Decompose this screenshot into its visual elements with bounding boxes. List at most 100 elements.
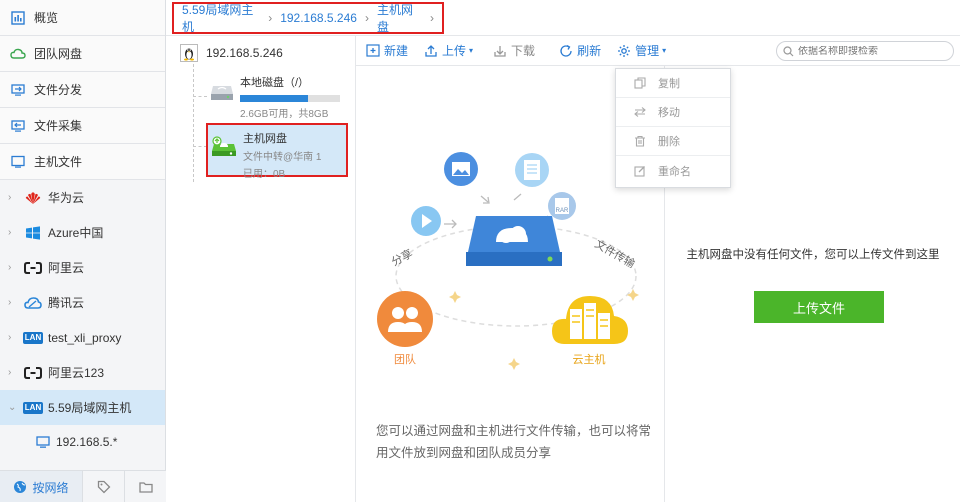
- upload-file-button[interactable]: 上传文件: [754, 291, 884, 323]
- upload-button[interactable]: 上传 ▾: [424, 42, 473, 59]
- image-bubble-icon: [444, 152, 478, 186]
- tree-item-test-xli-proxy[interactable]: › LAN test_xli_proxy: [0, 320, 165, 355]
- search-icon: [783, 45, 794, 57]
- arrow-icon: [444, 219, 457, 229]
- local-disk-title: 本地磁盘（/）: [240, 77, 310, 89]
- tab-by-tag[interactable]: [82, 471, 124, 502]
- breadcrumb-item-lan-host[interactable]: 5.59局域网主机: [182, 1, 260, 35]
- sidebar: 概览 团队网盘 文件分发 文件采集 主机文件 › 华为云 › Azure中国 ›…: [0, 0, 166, 502]
- tree-subitem-host[interactable]: 192.168.5.*: [0, 425, 165, 459]
- move-icon: [634, 106, 648, 118]
- download-icon: [493, 44, 507, 58]
- lan-badge: LAN: [22, 331, 44, 344]
- tab-by-network[interactable]: 按网络: [0, 471, 82, 502]
- hard-disk-icon: [210, 82, 234, 116]
- nav-team-cloud[interactable]: 团队网盘: [0, 36, 165, 72]
- aliyun-icon: [24, 365, 42, 381]
- manage-button[interactable]: 管理 ▾: [617, 42, 666, 59]
- tree-label: 腾讯云: [48, 296, 85, 310]
- linux-icon: [180, 44, 198, 62]
- refresh-icon: [559, 44, 573, 58]
- local-disk-item[interactable]: 本地磁盘（/） 2.6GB可用，共8GB: [210, 74, 350, 120]
- team-icon: [377, 291, 433, 347]
- chevron-down-icon: ▾: [662, 46, 667, 55]
- disk-usage-bar: [240, 95, 340, 102]
- cloud-host-icon: [552, 296, 628, 344]
- breadcrumb-bar: 5.59局域网主机 › 192.168.5.246 › 主机网盘 ›: [166, 0, 960, 36]
- menu-item-label: 移动: [658, 107, 680, 119]
- play-bubble-icon: [411, 206, 441, 236]
- edit-icon: [634, 165, 648, 177]
- chevron-right-icon: ›: [8, 332, 12, 343]
- breadcrumb-item-host-disk[interactable]: 主机网盘: [377, 1, 422, 35]
- refresh-button[interactable]: 刷新: [559, 42, 601, 59]
- tag-icon: [97, 480, 111, 494]
- host-disk-relay: 文件中转@华南 1: [243, 152, 322, 163]
- chevron-right-icon: ›: [8, 297, 12, 308]
- refresh-label: 刷新: [577, 44, 602, 58]
- distribute-icon: [10, 82, 26, 98]
- monitor-icon: [36, 435, 50, 449]
- nav-file-distribute[interactable]: 文件分发: [0, 72, 165, 108]
- menu-item-delete[interactable]: 删除: [616, 127, 730, 156]
- menu-item-rename[interactable]: 重命名: [616, 156, 730, 185]
- host-ip: 192.168.5.246: [206, 46, 283, 60]
- tree-item-huawei[interactable]: › 华为云: [0, 180, 165, 215]
- local-disk-usage: 2.6GB可用，共8GB: [240, 109, 329, 120]
- new-button[interactable]: 新建: [366, 42, 408, 59]
- tencent-icon: [24, 295, 42, 311]
- local-disk-info: 本地磁盘（/） 2.6GB可用，共8GB: [240, 74, 340, 120]
- tree-item-tencent[interactable]: › 腾讯云: [0, 285, 165, 320]
- chevron-down-icon: ⌄: [8, 402, 17, 413]
- menu-item-move[interactable]: 移动: [616, 98, 730, 127]
- nav-label: 团队网盘: [34, 47, 83, 61]
- chevron-right-icon: ›: [268, 11, 273, 25]
- arrow-icon: [480, 195, 490, 204]
- team-cloud-icon: [10, 46, 26, 62]
- lan-icon: LAN: [22, 330, 44, 346]
- tree-label: 阿里云: [48, 261, 85, 275]
- tree-item-azure[interactable]: › Azure中国: [0, 215, 165, 250]
- search-box[interactable]: [776, 41, 954, 61]
- tree-label: 192.168.5.*: [56, 435, 118, 449]
- nav-host-file[interactable]: 主机文件: [0, 144, 165, 180]
- host-disk-icon: [211, 136, 237, 175]
- manage-label: 管理: [635, 44, 660, 58]
- chevron-right-icon: ›: [364, 11, 369, 25]
- nav-overview[interactable]: 概览: [0, 0, 165, 36]
- download-button[interactable]: 下载: [493, 42, 535, 59]
- lan-icon: LAN: [22, 400, 44, 416]
- nav-file-collect[interactable]: 文件采集: [0, 108, 165, 144]
- nav-label: 文件分发: [34, 83, 83, 97]
- rar-bubble-icon: [548, 192, 576, 220]
- host-disk-item[interactable]: 主机网盘 文件中转@华南 1 已用：0B: [206, 123, 348, 180]
- tree-item-lan-host[interactable]: ⌄ LAN 5.59局域网主机: [0, 390, 165, 425]
- globe-icon: [13, 480, 27, 494]
- download-label: 下载: [511, 44, 536, 58]
- menu-item-copy[interactable]: 复制: [616, 69, 730, 98]
- tree-item-aliyun123[interactable]: › 阿里云123: [0, 355, 165, 390]
- host-file-icon: [10, 154, 26, 170]
- disk-usage-fill: [240, 95, 308, 102]
- sidebar-bottom-tabs: 按网络: [0, 470, 166, 502]
- menu-item-label: 删除: [658, 136, 680, 148]
- breadcrumb-item-host-ip[interactable]: 192.168.5.246: [280, 11, 357, 25]
- tree-label: test_xli_proxy: [48, 330, 122, 345]
- menu-item-label: 重命名: [658, 165, 691, 178]
- tree-label: 阿里云123: [48, 366, 105, 380]
- share-label: 分享: [389, 246, 415, 269]
- toolbar: 新建 上传 ▾ 下载 刷新 管理 ▾: [356, 36, 960, 66]
- transfer-label: 文件传输: [593, 236, 638, 270]
- collect-icon: [10, 118, 26, 134]
- host-row[interactable]: 192.168.5.246: [180, 44, 283, 62]
- nav-label: 主机文件: [34, 155, 83, 169]
- tree-item-aliyun[interactable]: › 阿里云: [0, 250, 165, 285]
- huawei-icon: [24, 190, 42, 206]
- chevron-right-icon: ›: [8, 192, 12, 203]
- tab-by-folder[interactable]: [124, 471, 166, 502]
- tree-label: 华为云: [48, 191, 85, 205]
- tree-line: [193, 146, 207, 147]
- cloud-disk-icon: [466, 216, 562, 266]
- search-input[interactable]: [798, 45, 948, 57]
- plus-box-icon: [366, 44, 380, 57]
